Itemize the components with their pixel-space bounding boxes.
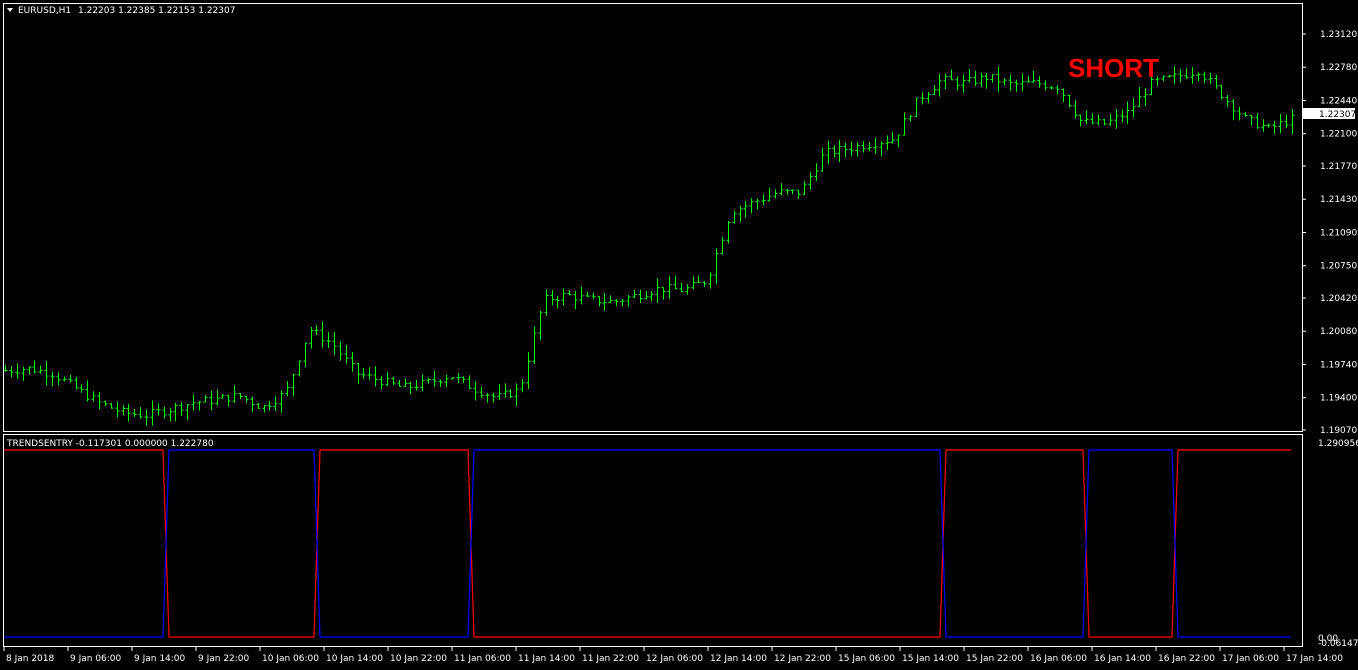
time-tick-label: 15 Jan 14:00 xyxy=(902,654,959,664)
price-tick-label: 1.20750 xyxy=(1320,262,1357,272)
price-tick-label: 1.22780 xyxy=(1320,63,1357,73)
time-tick-label: 9 Jan 14:00 xyxy=(134,654,186,664)
indicator-top-label: 1.290956 xyxy=(1318,439,1358,449)
price-tick-label: 1.23120 xyxy=(1320,30,1357,40)
ohlc-label: 1.22203 1.22385 1.22153 1.22307 xyxy=(78,6,235,16)
time-tick-label: 10 Jan 22:00 xyxy=(390,654,447,664)
price-tick-label: 1.21770 xyxy=(1320,162,1357,172)
time-tick-label: 11 Jan 06:00 xyxy=(454,654,511,664)
time-tick-label: 17 Jan 06:00 xyxy=(1222,654,1279,664)
time-tick-label: 11 Jan 22:00 xyxy=(582,654,639,664)
time-tick-label: 12 Jan 06:00 xyxy=(646,654,703,664)
price-tick-label: 1.19740 xyxy=(1320,360,1357,370)
time-tick-label: 12 Jan 22:00 xyxy=(774,654,831,664)
time-tick-label: 10 Jan 06:00 xyxy=(262,654,319,664)
price-tick-label: 1.21430 xyxy=(1320,195,1357,205)
indicator-bottom-label: -0.061474 xyxy=(1318,639,1358,649)
time-tick-label: 16 Jan 06:00 xyxy=(1030,654,1087,664)
price-tick-label: 1.20420 xyxy=(1320,294,1357,304)
current-price-label: 1.22307 xyxy=(1319,110,1356,120)
time-tick-label: 8 Jan 2018 xyxy=(6,654,54,664)
price-tick-label: 1.20080 xyxy=(1320,327,1357,337)
price-tick-label: 1.21090 xyxy=(1320,228,1357,238)
time-tick-label: 12 Jan 14:00 xyxy=(710,654,767,664)
time-tick-label: 16 Jan 14:00 xyxy=(1094,654,1151,664)
time-tick-label: 9 Jan 22:00 xyxy=(198,654,250,664)
time-tick-label: 16 Jan 22:00 xyxy=(1158,654,1215,664)
symbol-label: EURUSD,H1 xyxy=(18,6,71,16)
time-tick-label: 15 Jan 06:00 xyxy=(838,654,895,664)
time-tick-label: 17 Jan 14:00 xyxy=(1286,654,1343,664)
time-tick-label: 15 Jan 22:00 xyxy=(966,654,1023,664)
time-tick-label: 9 Jan 06:00 xyxy=(70,654,122,664)
time-tick-label: 11 Jan 14:00 xyxy=(518,654,575,664)
price-tick-label: 1.19400 xyxy=(1320,394,1357,404)
chart-canvas: 1.23120 1.22780 1.22440 1.22100 1.21770 1.214… xyxy=(0,0,1358,670)
short-annotation: SHORT xyxy=(1068,53,1159,83)
price-tick-label: 1.22440 xyxy=(1320,96,1357,106)
indicator-label: TRENDSENTRY -0.117301 0.000000 1.222780 xyxy=(6,439,214,449)
time-tick-label: 10 Jan 14:00 xyxy=(326,654,383,664)
price-tick-label: 1.22100 xyxy=(1320,130,1357,140)
price-tick-label: 1.19070 xyxy=(1320,426,1357,436)
